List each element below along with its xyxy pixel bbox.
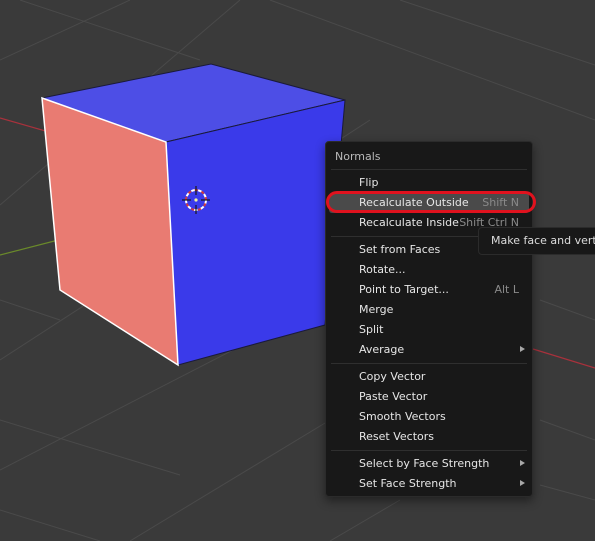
menu-item-rotate[interactable]: Rotate... xyxy=(329,260,529,280)
menu-item-label: Recalculate Inside xyxy=(359,216,459,229)
menu-item-label: Set from Faces xyxy=(359,243,441,256)
menu-item-recalculate-outside[interactable]: Recalculate Outside Shift N xyxy=(329,193,529,213)
menu-item-label: Average xyxy=(359,343,405,356)
menu-item-shortcut: Alt L xyxy=(494,283,519,296)
menu-item-label: Merge xyxy=(359,303,394,316)
menu-item-label: Flip xyxy=(359,176,379,189)
menu-item-label: Point to Target... xyxy=(359,283,449,296)
menu-item-label: Copy Vector xyxy=(359,370,426,383)
tooltip-text: Make face and verte xyxy=(491,234,595,247)
menu-item-reset-vectors[interactable]: Reset Vectors xyxy=(329,427,529,447)
menu-item-point-to-target[interactable]: Point to Target... Alt L xyxy=(329,280,529,300)
menu-item-merge[interactable]: Merge xyxy=(329,300,529,320)
submenu-arrow-icon xyxy=(520,460,525,466)
menu-item-smooth-vectors[interactable]: Smooth Vectors xyxy=(329,407,529,427)
menu-item-set-face-strength[interactable]: Set Face Strength xyxy=(329,474,529,494)
menu-item-copy-vector[interactable]: Copy Vector xyxy=(329,367,529,387)
submenu-arrow-icon xyxy=(520,480,525,486)
menu-separator xyxy=(331,450,527,451)
menu-item-label: Smooth Vectors xyxy=(359,410,446,423)
menu-item-shortcut: Shift N xyxy=(482,196,519,209)
menu-item-label: Rotate... xyxy=(359,263,406,276)
tooltip: Make face and verte xyxy=(478,227,595,255)
menu-title: Normals xyxy=(335,150,381,163)
normals-menu[interactable]: Normals Flip Recalculate Outside Shift N… xyxy=(325,141,533,497)
menu-item-label: Split xyxy=(359,323,384,336)
cube-front-face xyxy=(165,99,346,366)
menu-separator xyxy=(331,363,527,364)
cube[interactable] xyxy=(40,63,346,367)
menu-item-label: Set Face Strength xyxy=(359,477,457,490)
menu-item-flip[interactable]: Flip xyxy=(329,173,529,193)
menu-item-select-by-face-strength[interactable]: Select by Face Strength xyxy=(329,454,529,474)
menu-item-label: Reset Vectors xyxy=(359,430,435,443)
x-axis-line-far xyxy=(532,348,595,369)
menu-item-split[interactable]: Split xyxy=(329,320,529,340)
menu-item-average[interactable]: Average xyxy=(329,340,529,360)
submenu-arrow-icon xyxy=(520,346,525,352)
menu-item-paste-vector[interactable]: Paste Vector xyxy=(329,387,529,407)
menu-separator xyxy=(331,169,527,170)
menu-item-label: Select by Face Strength xyxy=(359,457,490,470)
menu-item-label: Paste Vector xyxy=(359,390,428,403)
menu-item-label: Recalculate Outside xyxy=(359,196,469,209)
